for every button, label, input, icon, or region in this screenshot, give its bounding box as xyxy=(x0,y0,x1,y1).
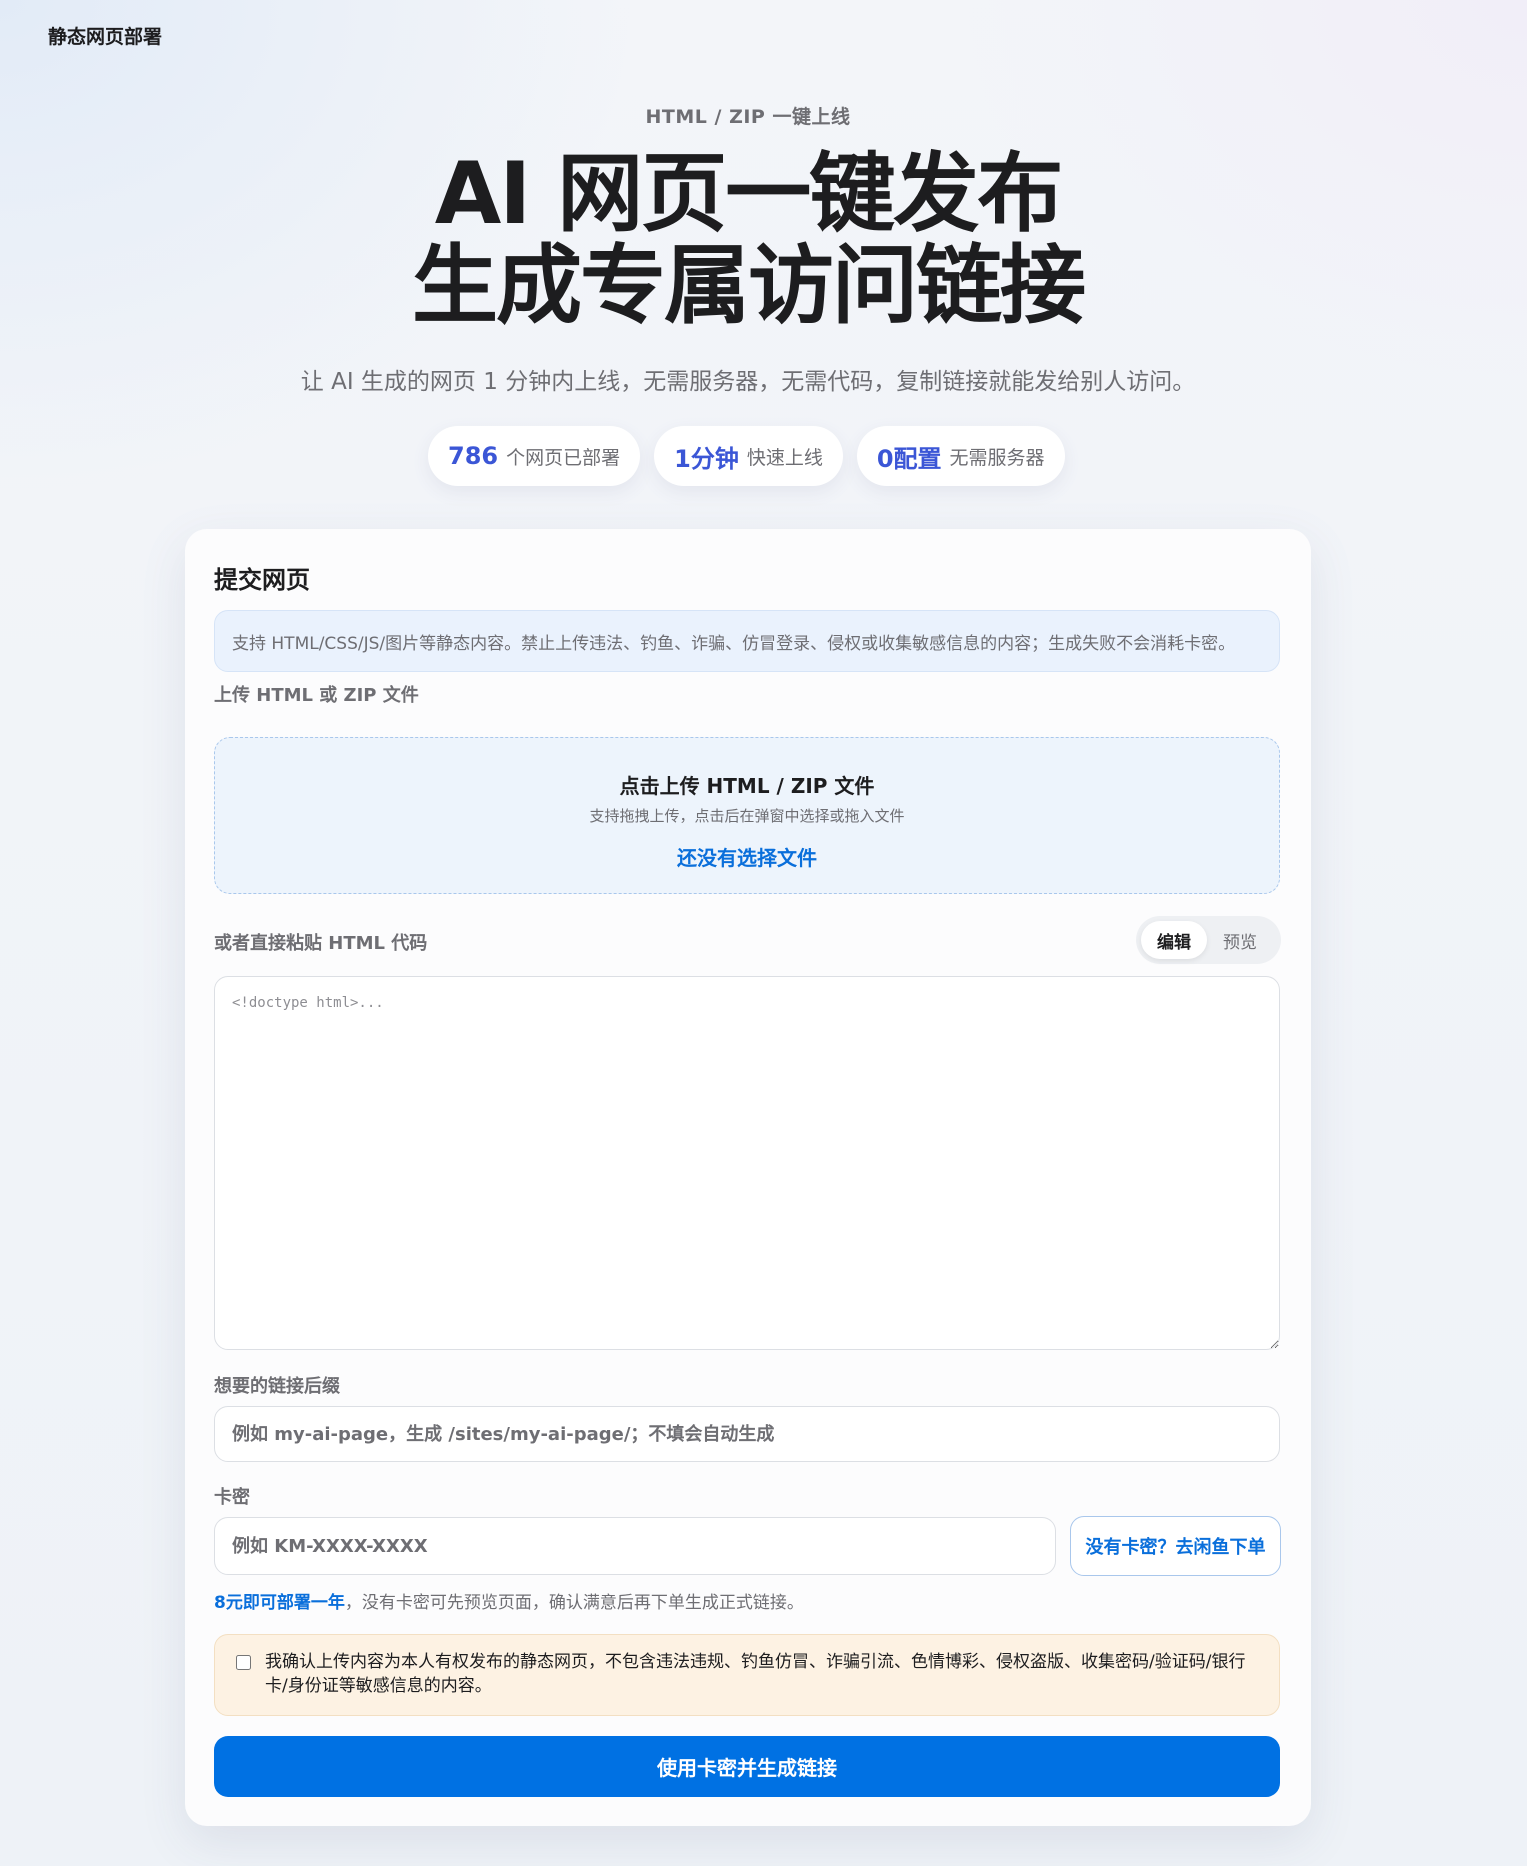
file-dropzone[interactable]: 点击上传 HTML / ZIP 文件 支持拖拽上传，点击后在弹窗中选择或拖入文件… xyxy=(214,737,1280,894)
price-note-text: ，没有卡密可先预览页面，确认满意后再下单生成正式链接。 xyxy=(344,1593,804,1613)
slug-input[interactable] xyxy=(214,1406,1280,1462)
price-highlight: 8元即可部署一年 xyxy=(214,1593,345,1613)
stats-row: 786 个网页已部署 1分钟 快速上线 0配置 无需服务器 xyxy=(428,426,1065,486)
stat-fast-launch: 1分钟 快速上线 xyxy=(654,426,843,486)
hero-title: AI 网页一键发布 生成专属访问链接 xyxy=(0,148,1496,332)
tab-edit[interactable]: 编辑 xyxy=(1141,921,1207,959)
selected-file-status: 还没有选择文件 xyxy=(677,846,817,870)
card-key-input[interactable] xyxy=(214,1517,1056,1575)
stat-label: 个网页已部署 xyxy=(506,446,621,469)
html-code-textarea[interactable] xyxy=(214,976,1280,1350)
price-note: 8元即可部署一年，没有卡密可先预览页面，确认满意后再下单生成正式链接。 xyxy=(214,1588,804,1613)
site-brand[interactable]: 静态网页部署 xyxy=(48,22,162,49)
agreement-box: 我确认上传内容为本人有权发布的静态网页，不包含违法违规、钓鱼仿冒、诈骗引流、色情… xyxy=(214,1634,1280,1716)
upload-label: 上传 HTML 或 ZIP 文件 xyxy=(214,685,419,706)
stat-deployed-count: 786 个网页已部署 xyxy=(428,426,641,486)
agreement-text[interactable]: 我确认上传内容为本人有权发布的静态网页，不包含违法违规、钓鱼仿冒、诈骗引流、色情… xyxy=(265,1650,1262,1698)
submit-card: 提交网页 支持 HTML/CSS/JS/图片等静态内容。禁止上传违法、钓鱼、诈骗… xyxy=(185,529,1311,1826)
stat-zero-config: 0配置 无需服务器 xyxy=(856,426,1065,486)
paste-code-label: 或者直接粘贴 HTML 代码 xyxy=(214,933,428,954)
submit-generate-button[interactable]: 使用卡密并生成链接 xyxy=(214,1736,1280,1797)
hero-eyebrow: HTML / ZIP 一键上线 xyxy=(645,106,851,128)
stat-value: 1分钟 xyxy=(674,444,739,473)
slug-label: 想要的链接后缀 xyxy=(214,1376,340,1397)
buy-card-key-button[interactable]: 没有卡密？去闲鱼下单 xyxy=(1070,1516,1281,1576)
card-title: 提交网页 xyxy=(214,566,310,594)
agreement-checkbox[interactable] xyxy=(236,1655,251,1670)
dropzone-title: 点击上传 HTML / ZIP 文件 xyxy=(619,774,875,798)
dropzone-hint: 支持拖拽上传，点击后在弹窗中选择或拖入文件 xyxy=(589,807,905,825)
stat-value: 786 xyxy=(448,442,499,470)
card-key-label: 卡密 xyxy=(214,1487,250,1508)
stat-value: 0配置 xyxy=(876,444,942,473)
content-policy-notice: 支持 HTML/CSS/JS/图片等静态内容。禁止上传违法、钓鱼、诈骗、仿冒登录… xyxy=(214,610,1280,672)
hero-subtitle: 让 AI 生成的网页 1 分钟内上线，无需服务器，无需代码，复制链接就能发给别人… xyxy=(300,369,1196,395)
stat-label: 无需服务器 xyxy=(949,446,1045,469)
stat-label: 快速上线 xyxy=(746,446,823,469)
hero-title-line-2: 生成专属访问链接 xyxy=(412,236,1086,336)
tab-preview[interactable]: 预览 xyxy=(1207,921,1273,959)
edit-preview-toggle: 编辑 预览 xyxy=(1136,916,1281,964)
hero-title-line-1: AI 网页一键发布 xyxy=(434,144,1064,244)
